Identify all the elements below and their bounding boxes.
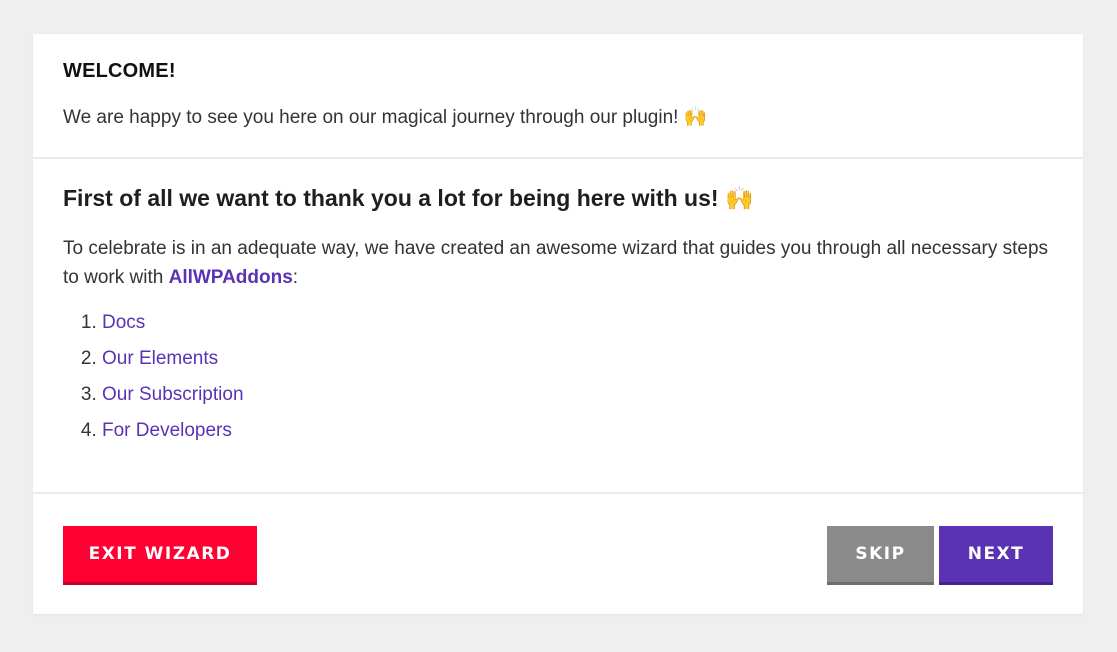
content-section: First of all we want to thank you a lot … <box>33 159 1083 494</box>
next-button[interactable]: NEXT <box>939 526 1053 585</box>
raising-hands-icon: 🙌 <box>683 106 708 128</box>
brand-name: AllWPAddons <box>168 267 293 288</box>
exit-wizard-button[interactable]: EXIT WIZARD <box>63 526 257 585</box>
welcome-title: WELCOME! <box>63 60 176 82</box>
welcome-text: We are happy to see you here on our magi… <box>63 105 1053 129</box>
list-item: For Developers <box>102 417 1053 453</box>
thanks-heading: First of all we want to thank you a lot … <box>63 185 1053 212</box>
intro-colon: : <box>292 267 299 288</box>
wizard-card: WELCOME! We are happy to see you here on… <box>33 34 1083 614</box>
intro-paragraph: To celebrate is in an adequate way, we h… <box>63 234 1053 292</box>
list-item: Our Elements <box>102 345 1053 381</box>
our-elements-link[interactable]: Our Elements <box>102 348 218 369</box>
welcome-message: We are happy to see you here on our magi… <box>63 107 679 128</box>
thanks-heading-text: First of all we want to thank you a lot … <box>63 185 719 211</box>
for-developers-link[interactable]: For Developers <box>102 420 232 441</box>
list-item: Our Subscription <box>102 381 1053 417</box>
docs-link[interactable]: Docs <box>102 312 145 333</box>
wizard-footer: EXIT WIZARD SKIP NEXT <box>33 494 1083 614</box>
raising-hands-icon: 🙌 <box>724 186 754 212</box>
steps-list: Docs Our Elements Our Subscription For D… <box>63 309 1053 453</box>
skip-button[interactable]: SKIP <box>827 526 934 585</box>
welcome-section: WELCOME! We are happy to see you here on… <box>33 34 1083 159</box>
list-item: Docs <box>102 309 1053 345</box>
our-subscription-link[interactable]: Our Subscription <box>102 384 244 405</box>
